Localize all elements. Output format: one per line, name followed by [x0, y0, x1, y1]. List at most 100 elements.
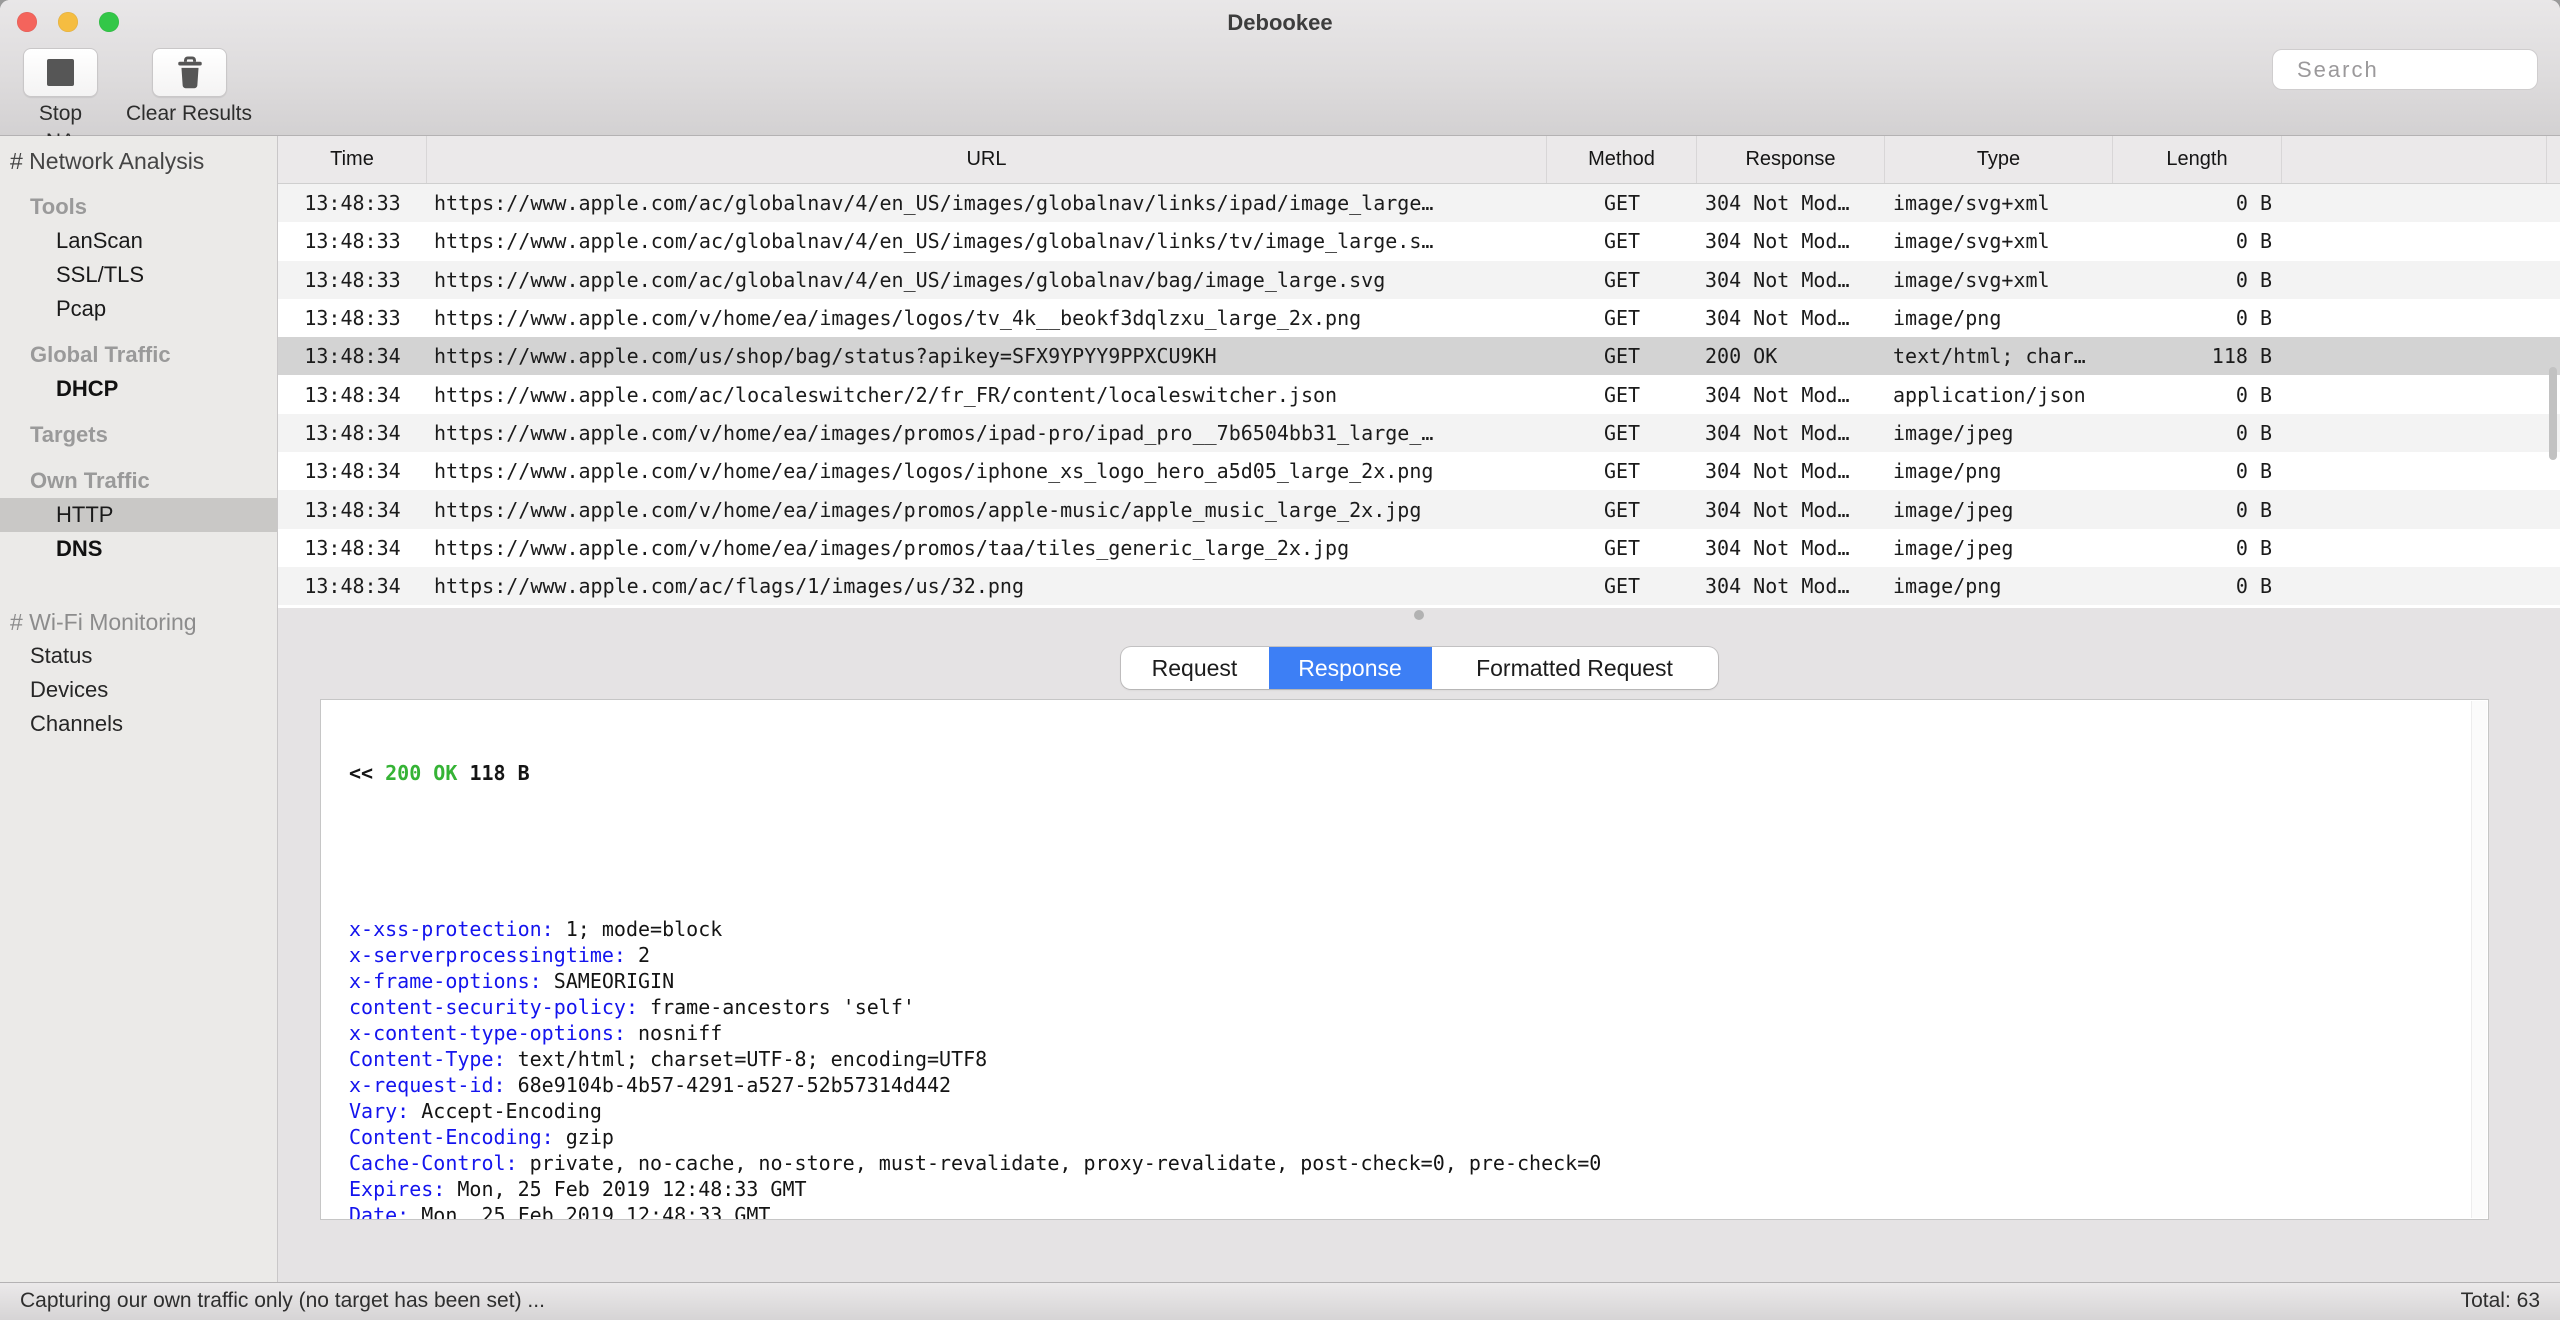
sidebar-item-status[interactable]: Status: [0, 639, 277, 673]
response-header-line: x-xss-protection: 1; mode=block: [349, 916, 2468, 942]
column-header-length[interactable]: Length: [2113, 136, 2282, 183]
cell-length: 0 B: [2235, 306, 2272, 331]
sidebar-items: # Network Analysis Tools LanScan SSL/TLS Pca…: [0, 144, 277, 741]
tab-request[interactable]: Request: [1121, 647, 1269, 689]
status-bar: Capturing our own traffic only (no targe…: [0, 1282, 2560, 1320]
cell-method: GET: [1603, 267, 1641, 292]
splitter-handle[interactable]: [1414, 610, 1424, 620]
header-name: x-frame-options:: [349, 969, 542, 993]
status-prefix: <<: [349, 761, 374, 785]
header-name: Cache-Control:: [349, 1151, 518, 1175]
sidebar-item-devices[interactable]: Devices: [0, 673, 277, 707]
search-field[interactable]: [2272, 49, 2560, 90]
status-size: 118 B: [469, 761, 530, 785]
search-input[interactable]: [2295, 55, 2560, 84]
sidebar-item-pcap[interactable]: Pcap: [0, 292, 277, 326]
column-header-time[interactable]: Time: [278, 136, 427, 183]
table-row[interactable]: 13:48:34 https://www.apple.com/v/home/ea/…: [278, 413, 2560, 453]
cell-method: GET: [1603, 382, 1641, 407]
response-header-line: x-frame-options: SAMEORIGIN: [349, 968, 2468, 994]
cell-method: GET: [1603, 574, 1641, 599]
cell-time: 13:48:34: [304, 535, 401, 560]
table-row[interactable]: 13:48:33 https://www.apple.com/v/home/ea/…: [278, 298, 2560, 338]
cell-length: 0 B: [2235, 535, 2272, 560]
cell-response: 304 Not Mod…: [1705, 267, 1850, 292]
cell-type: image/png: [1893, 459, 2002, 484]
table-header: Time URL Method Response Type Length: [278, 136, 2560, 184]
stop-na-label: Stop NA: [38, 102, 83, 153]
header-value: nosniff: [625, 1021, 723, 1045]
table-row[interactable]: 13:48:34 https://www.apple.com/ac/flags/1…: [278, 566, 2560, 606]
response-header-line: x-serverprocessingtime: 2: [349, 942, 2468, 968]
cell-response: 304 Not Mod…: [1705, 535, 1850, 560]
cell-type: image/svg+xml: [1893, 191, 2050, 216]
cell-method: GET: [1603, 459, 1641, 484]
header-value: Mon, 25 Feb 2019 12:48:33 GMT: [409, 1203, 771, 1220]
sidebar-item-channels[interactable]: Channels: [0, 707, 277, 741]
column-header-url[interactable]: URL: [427, 136, 1547, 183]
cell-response: 304 Not Mod…: [1705, 382, 1850, 407]
sidebar-item-dns[interactable]: DNS: [0, 532, 277, 566]
sidebar-item-ssl-tls[interactable]: SSL/TLS: [0, 258, 277, 292]
sidebar-item-dhcp[interactable]: DHCP: [0, 372, 277, 406]
table-row[interactable]: 13:48:34 https://www.apple.com/v/home/ea/…: [278, 452, 2560, 491]
table-row[interactable]: 13:48:34 https://www.apple.com/v/home/ea/…: [278, 528, 2560, 567]
capture-status-text: Capturing our own traffic only (no targe…: [20, 1289, 545, 1312]
sidebar-item-http[interactable]: HTTP: [0, 498, 277, 532]
cell-method: GET: [1603, 229, 1641, 254]
cell-response: 304 Not Mod…: [1705, 420, 1850, 445]
response-header-line: content-security-policy: frame-ancestors…: [349, 994, 2468, 1020]
header-value: SAMEORIGIN: [541, 969, 675, 993]
header-name: x-content-type-options:: [349, 1021, 626, 1045]
cell-time: 13:48:34: [304, 459, 401, 484]
cell-response: 304 Not Mod…: [1705, 229, 1850, 254]
cell-length: 0 B: [2235, 497, 2272, 522]
response-header-line: Date: Mon, 25 Feb 2019 12:48:33 GMT: [349, 1202, 2468, 1220]
column-header-type[interactable]: Type: [1885, 136, 2113, 183]
cell-type: image/jpeg: [1893, 535, 2014, 560]
cell-method: GET: [1603, 344, 1641, 369]
response-header-line: Cache-Control: private, no-cache, no-sto…: [349, 1150, 2468, 1176]
table-row[interactable]: 13:48:33 https://www.apple.com/ac/globaln…: [278, 184, 2560, 223]
table-row[interactable]: 13:48:33 https://www.apple.com/ac/globaln…: [278, 260, 2560, 299]
cell-url: https://www.apple.com/v/home/ea/images/p…: [434, 497, 1422, 522]
tab-formatted-request[interactable]: Formatted Request: [1432, 647, 1718, 689]
header-value: 2: [625, 943, 651, 967]
table-row[interactable]: 13:48:34 https://www.apple.com/v/home/ea/…: [278, 490, 2560, 529]
cell-time: 13:48:33: [304, 267, 401, 292]
column-header-response[interactable]: Response: [1697, 136, 1885, 183]
cell-url: https://www.apple.com/v/home/ea/images/p…: [434, 420, 1434, 445]
cell-method: GET: [1603, 535, 1641, 560]
column-header-method[interactable]: Method: [1547, 136, 1697, 183]
cell-type: image/jpeg: [1893, 420, 2014, 445]
cell-response: 304 Not Mod…: [1705, 497, 1850, 522]
clear-results-button[interactable]: [152, 48, 227, 97]
cell-url: https://www.apple.com/v/home/ea/images/l…: [434, 306, 1362, 331]
cell-type: image/png: [1893, 306, 2002, 331]
cell-response: 200 OK: [1705, 344, 1778, 369]
detail-pane: Request Response Formatted Request << 200 …: [278, 608, 2560, 1283]
response-header-line: Content-Type: text/html; charset=UTF-8; …: [349, 1046, 2468, 1072]
sidebar-item-lanscan[interactable]: LanScan: [0, 224, 277, 258]
cell-length: 0 B: [2235, 229, 2272, 254]
sidebar-item-tools: Tools: [30, 194, 88, 219]
detail-scrollbar-track: [2471, 701, 2487, 1218]
cell-length: 0 B: [2235, 267, 2272, 292]
table-row[interactable]: 13:48:34 https://www.apple.com/ac/locales…: [278, 375, 2560, 414]
response-detail: << 200 OK 118 B x-xss-protection: 1; mod…: [320, 699, 2489, 1220]
window-chrome: Debookee Stop NA Clear Results: [0, 0, 2560, 153]
cell-length: 0 B: [2235, 191, 2272, 216]
window-title: Debookee: [1227, 10, 1333, 35]
table-scrollbar-thumb[interactable]: [2549, 367, 2557, 460]
cell-response: 304 Not Mod…: [1705, 574, 1850, 599]
stop-na-button[interactable]: [23, 48, 98, 97]
tab-response[interactable]: Response: [1268, 647, 1432, 689]
scrollbar-corner: [2546, 136, 2560, 183]
cell-type: image/jpeg: [1893, 497, 2014, 522]
sidebar-item-network-analysis: # Network Analysis: [10, 148, 205, 174]
cell-length: 0 B: [2235, 382, 2272, 407]
cell-type: image/svg+xml: [1893, 267, 2050, 292]
table-row[interactable]: 13:48:33 https://www.apple.com/ac/globaln…: [278, 222, 2560, 261]
status-code: 200 OK: [385, 761, 458, 785]
table-row[interactable]: 13:48:34 https://www.apple.com/us/shop/ba…: [278, 337, 2560, 376]
